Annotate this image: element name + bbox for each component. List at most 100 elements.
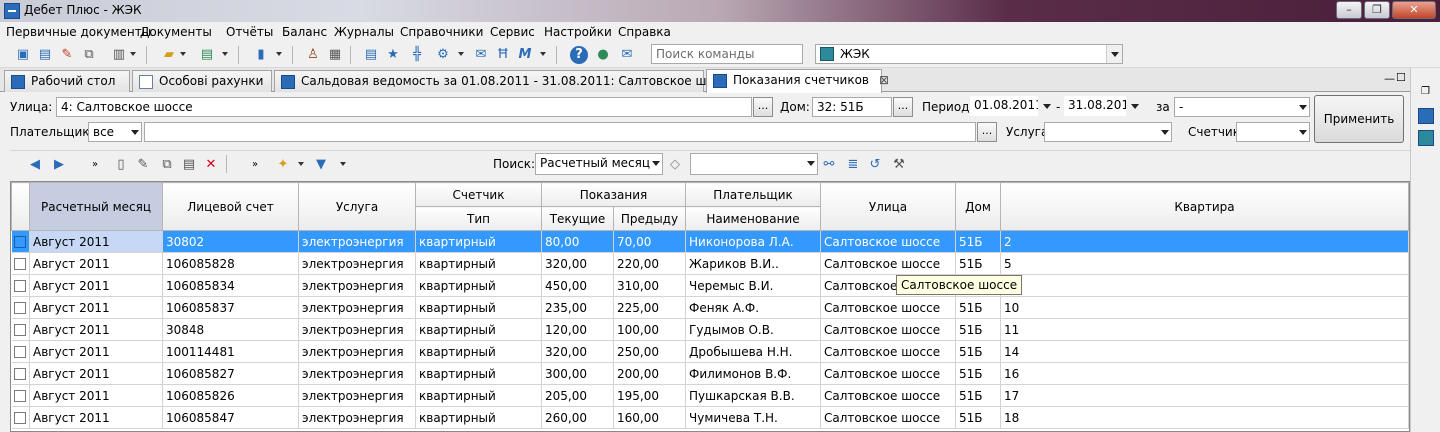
header-current[interactable]: Текущие (541, 206, 614, 231)
header-house[interactable]: Дом (955, 182, 1001, 231)
cell-prev[interactable]: 250,00 (613, 340, 686, 363)
period-to-field[interactable]: 31.08.2011 (1064, 96, 1126, 116)
checkbox-box[interactable] (14, 368, 27, 380)
cell-month[interactable]: Август 2011 (29, 318, 163, 341)
cell-type[interactable]: квартирный (415, 384, 542, 407)
cell-account[interactable]: 106085847 (162, 406, 299, 429)
minimize-button[interactable]: – (1336, 1, 1362, 19)
cell-street[interactable]: Салтовское шоссе (820, 296, 956, 319)
folder-icon[interactable]: ▰ (160, 46, 178, 64)
cell-service[interactable]: электроэнергия (298, 230, 416, 253)
checkbox-box[interactable] (14, 236, 27, 248)
cell-type[interactable]: квартирный (415, 274, 542, 297)
panel-tool-icon[interactable] (1418, 108, 1434, 124)
cell-month[interactable]: Август 2011 (29, 252, 163, 275)
open-icon[interactable]: ▤ (36, 46, 54, 64)
cell-month[interactable]: Август 2011 (29, 384, 163, 407)
cell-service[interactable]: электроэнергия (298, 362, 416, 385)
row-checkbox[interactable] (11, 406, 30, 429)
header-month[interactable]: Расчетный месяц (29, 182, 163, 231)
checkbox-box[interactable] (14, 412, 27, 424)
header-apartment[interactable]: Квартира (1000, 182, 1409, 231)
cell-account[interactable]: 106085828 (162, 252, 299, 275)
gear-icon[interactable]: ⚙ (434, 46, 452, 64)
cell-street[interactable]: Салтовское шоссе (820, 318, 956, 341)
cell-house[interactable]: 51Б (955, 406, 1001, 429)
minimize-panel-icon[interactable]: — (1384, 72, 1395, 85)
crosshair-icon[interactable]: ╬ (408, 46, 426, 64)
checkbox-box[interactable] (14, 280, 27, 292)
command-search-input[interactable]: Поиск команды (651, 44, 803, 64)
cell-street[interactable]: Салтовское шоссе (820, 252, 956, 275)
edit-record-icon[interactable]: ✎ (134, 156, 152, 174)
menu-journals[interactable]: Журналы (334, 25, 394, 39)
table-row[interactable]: Август 2011 30802 электроэнергия квартирный… (11, 230, 1409, 253)
cell-service[interactable]: электроэнергия (298, 274, 416, 297)
cell-account[interactable]: 30848 (162, 318, 299, 341)
envelope-icon[interactable]: ✉ (618, 46, 636, 64)
register-icon[interactable]: ▤ (362, 46, 380, 64)
cell-apt[interactable]: 11 (1000, 318, 1409, 341)
menu-reports[interactable]: Отчёты (226, 25, 273, 39)
cell-account[interactable]: 30802 (162, 230, 299, 253)
street-browse-button[interactable]: ... (753, 97, 773, 117)
cell-house[interactable]: 51Б (955, 384, 1001, 407)
checkbox-box[interactable] (14, 346, 27, 358)
view-record-icon[interactable]: ▤ (180, 156, 198, 174)
cell-service[interactable]: электроэнергия (298, 384, 416, 407)
cell-street[interactable]: Салтовское шоссе (820, 362, 956, 385)
cell-cur[interactable]: 235,00 (541, 296, 614, 319)
cell-prev[interactable]: 310,00 (613, 274, 686, 297)
cell-account[interactable]: 106085826 (162, 384, 299, 407)
cell-month[interactable]: Август 2011 (29, 296, 163, 319)
search-field-select[interactable]: Расчетный месяц (535, 153, 663, 175)
close-tab-icon[interactable]: ⊠ (879, 73, 889, 87)
refresh-icon[interactable]: ↺ (866, 156, 884, 174)
tab-accounts[interactable]: Особові рахунки (132, 70, 272, 92)
restore-button[interactable]: ❐ (1364, 1, 1390, 19)
cell-name[interactable]: Филимонов В.Ф. (685, 362, 821, 385)
new-record-icon[interactable]: ▯ (112, 156, 130, 174)
cell-name[interactable]: Жариков В.И.. (685, 252, 821, 275)
row-checkbox[interactable] (11, 274, 30, 297)
row-checkbox[interactable] (11, 362, 30, 385)
cell-street[interactable]: Салтовское шоссе (820, 384, 956, 407)
table-row[interactable]: Август 2011 106085826 электроэнергия кварти… (11, 384, 1409, 407)
arrow-right-icon[interactable]: ▶ (50, 156, 68, 174)
cell-house[interactable]: 51Б (955, 296, 1001, 319)
table-row[interactable]: Август 2011 106085828 электроэнергия кварти… (11, 252, 1409, 275)
cell-cur[interactable]: 300,00 (541, 362, 614, 385)
menu-balance[interactable]: Баланс (282, 25, 327, 39)
cell-name[interactable]: Черемыс В.И. (685, 274, 821, 297)
cell-prev[interactable]: 195,00 (613, 384, 686, 407)
binoculars-icon[interactable]: ⚯ (820, 156, 838, 174)
header-payer-name[interactable]: Наименование (685, 206, 821, 231)
overflow-icon-2[interactable]: » (246, 156, 264, 174)
delete-icon[interactable]: ✕ (202, 156, 220, 174)
cell-service[interactable]: электроэнергия (298, 406, 416, 429)
cell-name[interactable]: Феняк А.Ф. (685, 296, 821, 319)
table-row[interactable]: Август 2011 106085834 электроэнергия кварти… (11, 274, 1409, 297)
menu-settings[interactable]: Настройки (544, 25, 612, 39)
database-icon[interactable]: ▣ (14, 46, 32, 64)
arrow-left-icon[interactable]: ◀ (26, 156, 44, 174)
cell-cur[interactable]: 260,00 (541, 406, 614, 429)
copy-record-icon[interactable]: ⧉ (158, 156, 176, 174)
cell-prev[interactable]: 100,00 (613, 318, 686, 341)
bridge-icon[interactable]: Ħ (494, 46, 512, 64)
cell-apt[interactable]: 5 (1000, 274, 1409, 297)
new-doc-icon[interactable]: ▤ (198, 46, 216, 64)
cell-service[interactable]: электроэнергия (298, 340, 416, 363)
list-icon[interactable]: ≣ (844, 156, 862, 174)
cell-street[interactable]: Салтовское шоссе (820, 406, 956, 429)
house-browse-button[interactable]: ... (893, 97, 913, 117)
eraser-icon[interactable]: ◇ (666, 156, 684, 174)
cell-cur[interactable]: 120,00 (541, 318, 614, 341)
panel-org-icon[interactable] (1418, 130, 1434, 146)
table-row[interactable]: Август 2011 30848 электроэнергия квартирный… (11, 318, 1409, 341)
cell-cur[interactable]: 205,00 (541, 384, 614, 407)
cell-service[interactable]: электроэнергия (298, 318, 416, 341)
row-checkbox[interactable] (11, 252, 30, 275)
cell-apt[interactable]: 14 (1000, 340, 1409, 363)
search-value-input[interactable] (690, 153, 818, 175)
